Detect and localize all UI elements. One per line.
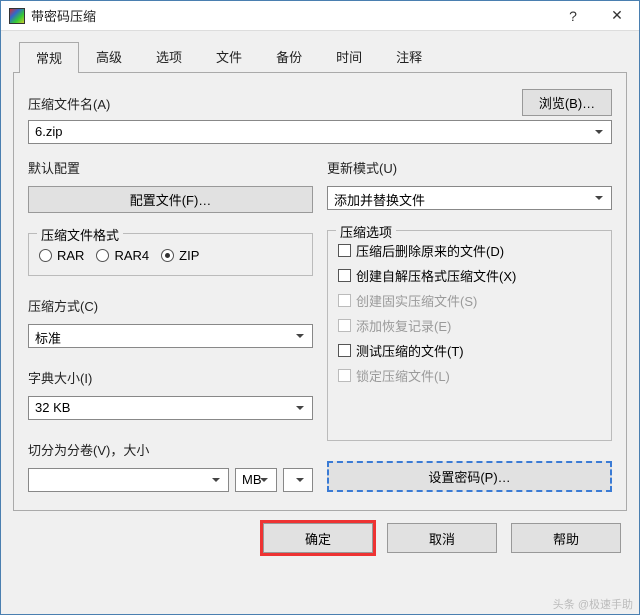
opt-solid-check: 创建固实压缩文件(S) [338, 291, 601, 310]
format-rar-radio[interactable]: RAR [39, 248, 84, 263]
set-password-button[interactable]: 设置密码(P)… [327, 461, 612, 492]
cancel-button[interactable]: 取消 [387, 523, 497, 553]
split-label: 切分为分卷(V)，大小 [28, 440, 313, 459]
opt-lock-check: 锁定压缩文件(L) [338, 366, 601, 385]
opt-sfx-check[interactable]: 创建自解压格式压缩文件(X) [338, 266, 601, 285]
tab-options[interactable]: 选项 [139, 41, 199, 72]
app-icon [9, 8, 25, 24]
dialog-window: 带密码压缩 ? ✕ 常规 高级 选项 文件 备份 时间 注释 压缩文件名(A) … [0, 0, 640, 615]
opt-test-check[interactable]: 测试压缩的文件(T) [338, 341, 601, 360]
window-title: 带密码压缩 [31, 6, 551, 25]
browse-button[interactable]: 浏览(B)… [522, 89, 612, 116]
titlebar: 带密码压缩 ? ✕ [1, 1, 639, 31]
dialog-buttons: 确定 取消 帮助 [1, 511, 639, 567]
close-button[interactable]: ✕ [595, 1, 639, 31]
split-unit-select[interactable]: MB [235, 468, 277, 492]
general-panel: 压缩文件名(A) 浏览(B)… 6.zip 默认配置 配置文件(F)… 压缩文件… [13, 73, 627, 511]
archive-name-value: 6.zip [35, 124, 62, 139]
profiles-button[interactable]: 配置文件(F)… [28, 186, 313, 213]
tab-general[interactable]: 常规 [19, 42, 79, 73]
client-area: 常规 高级 选项 文件 备份 时间 注释 压缩文件名(A) 浏览(B)… 6.z… [1, 31, 639, 511]
archive-name-input[interactable]: 6.zip [28, 120, 612, 144]
tab-comment[interactable]: 注释 [379, 41, 439, 72]
watermark: 头条 @极速手助 [553, 596, 633, 612]
tab-time[interactable]: 时间 [319, 41, 379, 72]
tab-files[interactable]: 文件 [199, 41, 259, 72]
archive-name-label: 压缩文件名(A) [28, 94, 514, 113]
method-label: 压缩方式(C) [28, 296, 313, 315]
tab-strip: 常规 高级 选项 文件 备份 时间 注释 [13, 41, 627, 73]
help-dialog-button[interactable]: 帮助 [511, 523, 621, 553]
update-mode-select[interactable]: 添加并替换文件 [327, 186, 612, 210]
format-rar4-radio[interactable]: RAR4 [96, 248, 149, 263]
split-extra-select[interactable] [283, 468, 313, 492]
format-legend: 压缩文件格式 [37, 225, 123, 244]
method-select[interactable]: 标准 [28, 324, 313, 348]
format-fieldset: 压缩文件格式 RAR RAR4 ZIP [28, 233, 313, 276]
options-legend: 压缩选项 [336, 222, 396, 241]
update-mode-label: 更新模式(U) [327, 158, 612, 177]
default-profile-label: 默认配置 [28, 158, 313, 177]
tab-backup[interactable]: 备份 [259, 41, 319, 72]
tab-advanced[interactable]: 高级 [79, 41, 139, 72]
dict-label: 字典大小(I) [28, 368, 313, 387]
options-fieldset: 压缩选项 压缩后删除原来的文件(D) 创建自解压格式压缩文件(X) 创建固实压缩… [327, 230, 612, 441]
dict-select[interactable]: 32 KB [28, 396, 313, 420]
split-size-select[interactable] [28, 468, 229, 492]
ok-button[interactable]: 确定 [263, 523, 373, 553]
opt-delete-check[interactable]: 压缩后删除原来的文件(D) [338, 241, 601, 260]
help-button[interactable]: ? [551, 1, 595, 31]
format-zip-radio[interactable]: ZIP [161, 248, 199, 263]
opt-recovery-check: 添加恢复记录(E) [338, 316, 601, 335]
